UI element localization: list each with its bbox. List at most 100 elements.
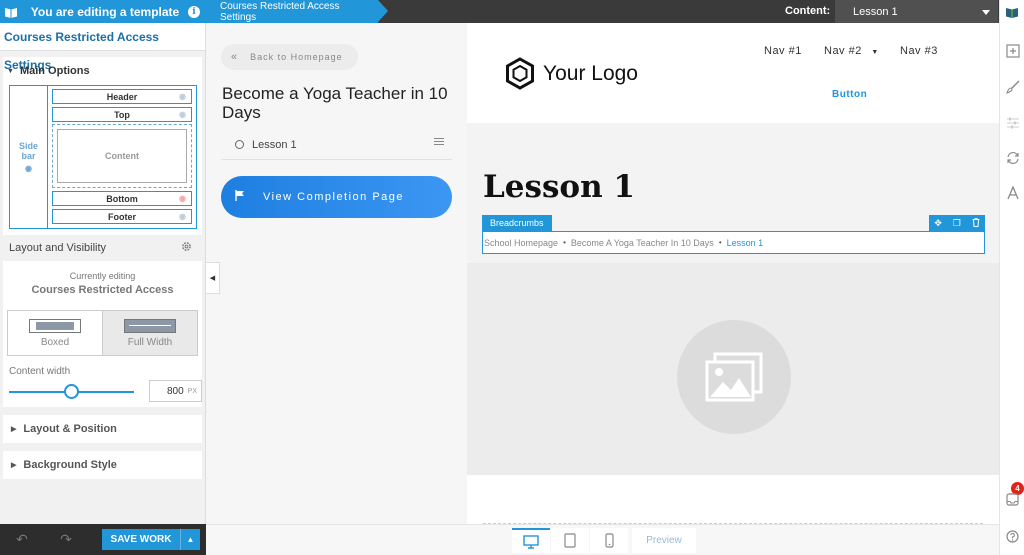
preview-button[interactable]: Preview bbox=[632, 528, 696, 553]
site-header[interactable]: Your Logo Nav #1 Nav #2 ▼ Nav #3 Button bbox=[467, 23, 999, 123]
image-placeholder-section[interactable] bbox=[467, 263, 999, 475]
layout-position-section[interactable]: ▶ Layout & Position bbox=[3, 415, 202, 443]
save-work-label: SAVE WORK bbox=[110, 534, 172, 545]
view-completion-page-button[interactable]: View Completion Page bbox=[221, 176, 452, 218]
page-canvas: Your Logo Nav #1 Nav #2 ▼ Nav #3 Button … bbox=[467, 23, 999, 524]
boxed-option-label: Boxed bbox=[40, 336, 70, 348]
currently-editing-label: Currently editing bbox=[69, 271, 136, 281]
content-select[interactable]: Lesson 1 bbox=[835, 0, 998, 23]
slider-handle[interactable] bbox=[64, 384, 79, 399]
eye-icon[interactable]: ◉ bbox=[179, 110, 186, 119]
editing-template-banner: You are editing a template i bbox=[0, 0, 206, 23]
duplicate-icon[interactable]: ❐ bbox=[953, 218, 961, 229]
image-icon bbox=[705, 352, 763, 402]
book-icon[interactable] bbox=[999, 0, 1024, 23]
tablet-view-button[interactable] bbox=[551, 528, 589, 553]
breadcrumb-link-home[interactable]: School Homepage bbox=[484, 238, 558, 248]
nav-item-2-label: Nav #2 bbox=[824, 45, 862, 57]
mobile-view-button[interactable] bbox=[590, 528, 628, 553]
logo-text: Your Logo bbox=[543, 61, 638, 85]
content-width-unit: PX bbox=[187, 387, 197, 395]
undo-icon[interactable]: ↶ bbox=[0, 531, 44, 548]
layout-header-label: Header bbox=[106, 91, 138, 102]
layout-sidebar-label: Side bar bbox=[18, 141, 38, 161]
full-width-option[interactable]: Full Width bbox=[102, 311, 197, 355]
double-chevron-left-icon: « bbox=[231, 51, 239, 63]
back-to-homepage-button[interactable]: « Back to Homepage bbox=[221, 44, 358, 70]
book-icon[interactable] bbox=[0, 0, 22, 23]
nav-item-3[interactable]: Nav #3 bbox=[900, 45, 938, 57]
eye-icon[interactable]: ◉ bbox=[25, 164, 32, 173]
currently-editing-block: Currently editing Courses Restricted Acc… bbox=[3, 261, 202, 356]
background-style-section[interactable]: ▶ Background Style bbox=[3, 451, 202, 479]
full-width-option-label: Full Width bbox=[127, 336, 173, 348]
eye-off-icon[interactable]: ◉ bbox=[179, 194, 186, 203]
refresh-icon[interactable] bbox=[1005, 150, 1020, 165]
desktop-icon bbox=[523, 534, 539, 549]
main-options-section: ▼ Main Options Side bar ◉ Header ◉ Top ◉… bbox=[3, 57, 202, 407]
breadcrumb-separator: • bbox=[718, 238, 722, 247]
content-width-label: Content width bbox=[3, 356, 202, 377]
chevron-up-icon[interactable]: ▲ bbox=[180, 529, 200, 550]
top-bar: You are editing a template i Courses Res… bbox=[0, 0, 1024, 23]
trash-icon[interactable] bbox=[972, 217, 980, 229]
save-work-button[interactable]: SAVE WORK ▲ bbox=[102, 529, 200, 550]
layout-top-label: Top bbox=[114, 109, 130, 120]
header-button[interactable]: Button bbox=[832, 89, 867, 100]
breadcrumb-current: Lesson 1 bbox=[726, 237, 764, 248]
add-element-icon[interactable] bbox=[1005, 43, 1020, 58]
lesson-label: Lesson 1 bbox=[252, 138, 297, 151]
nav-item-1[interactable]: Nav #1 bbox=[764, 45, 802, 57]
collapse-panel-handle[interactable]: ◀ bbox=[206, 262, 220, 294]
layout-visibility-row[interactable]: Layout and Visibility bbox=[3, 235, 202, 261]
layout-top-area[interactable]: Top ◉ bbox=[52, 107, 192, 122]
course-title: Become a Yoga Teacher in 10 Days bbox=[222, 84, 448, 122]
redo-icon[interactable]: ↷ bbox=[44, 531, 88, 548]
gear-icon[interactable] bbox=[181, 241, 192, 255]
main-options-heading: Main Options bbox=[19, 65, 90, 77]
help-icon[interactable] bbox=[1005, 529, 1020, 544]
boxed-option[interactable]: Boxed bbox=[8, 311, 102, 355]
element-toolbar: ✥ ❐ bbox=[929, 215, 985, 231]
settings-breadcrumb[interactable]: Courses Restricted Access Settings bbox=[206, 0, 388, 23]
brush-icon[interactable] bbox=[1005, 79, 1020, 94]
full-width-layout-icon bbox=[124, 318, 176, 333]
sliders-icon[interactable] bbox=[1005, 115, 1020, 130]
mobile-icon bbox=[604, 533, 614, 548]
eye-icon[interactable]: ◉ bbox=[179, 92, 186, 101]
site-logo[interactable]: Your Logo bbox=[505, 57, 638, 90]
layout-bottom-area[interactable]: Bottom ◉ bbox=[52, 191, 192, 206]
layout-footer-area[interactable]: Footer ◉ bbox=[52, 209, 192, 224]
notifications-icon[interactable] bbox=[1005, 492, 1020, 507]
content-width-slider: 800 PX bbox=[3, 377, 202, 407]
bottom-action-bar: ↶ ↷ SAVE WORK ▲ bbox=[0, 524, 206, 555]
right-toolbar: 4 bbox=[999, 23, 1024, 555]
width-toggle: Boxed Full Width bbox=[7, 310, 198, 356]
background-style-label: Background Style bbox=[23, 459, 117, 471]
caret-right-icon: ▶ bbox=[11, 462, 17, 469]
nav-item-2[interactable]: Nav #2 ▼ bbox=[824, 45, 879, 57]
eye-icon[interactable]: ◉ bbox=[179, 212, 186, 221]
image-placeholder[interactable] bbox=[677, 320, 791, 434]
content-select-value: Lesson 1 bbox=[853, 5, 898, 18]
info-icon[interactable]: i bbox=[188, 5, 200, 18]
layout-header-area[interactable]: Header ◉ bbox=[52, 89, 192, 104]
lesson-title[interactable]: Lesson 1 bbox=[483, 169, 635, 205]
layout-map: Side bar ◉ Header ◉ Top ◉ Content Bottom… bbox=[9, 85, 197, 229]
move-icon[interactable]: ✥ bbox=[934, 218, 942, 229]
breadcrumbs-element-tag[interactable]: Breadcrumbs bbox=[482, 215, 552, 231]
layout-bottom-label: Bottom bbox=[106, 193, 138, 204]
desktop-view-button[interactable] bbox=[512, 528, 550, 553]
layout-content-area[interactable]: Content bbox=[52, 124, 192, 188]
content-width-input[interactable]: 800 PX bbox=[149, 380, 202, 402]
typography-icon[interactable] bbox=[1005, 185, 1020, 200]
caret-down-icon: ▼ bbox=[7, 67, 14, 75]
back-to-homepage-label: Back to Homepage bbox=[250, 52, 343, 62]
breadcrumbs-element[interactable]: School Homepage • Become A Yoga Teacher … bbox=[482, 231, 985, 254]
layout-position-label: Layout & Position bbox=[23, 423, 117, 435]
layout-content-label: Content bbox=[57, 129, 187, 183]
footer-section[interactable] bbox=[467, 475, 999, 524]
breadcrumb-link-course[interactable]: Become A Yoga Teacher In 10 Days bbox=[571, 238, 714, 248]
lesson-list-item[interactable]: Lesson 1 bbox=[221, 130, 452, 160]
layout-sidebar-area[interactable]: Side bar ◉ bbox=[10, 86, 48, 228]
